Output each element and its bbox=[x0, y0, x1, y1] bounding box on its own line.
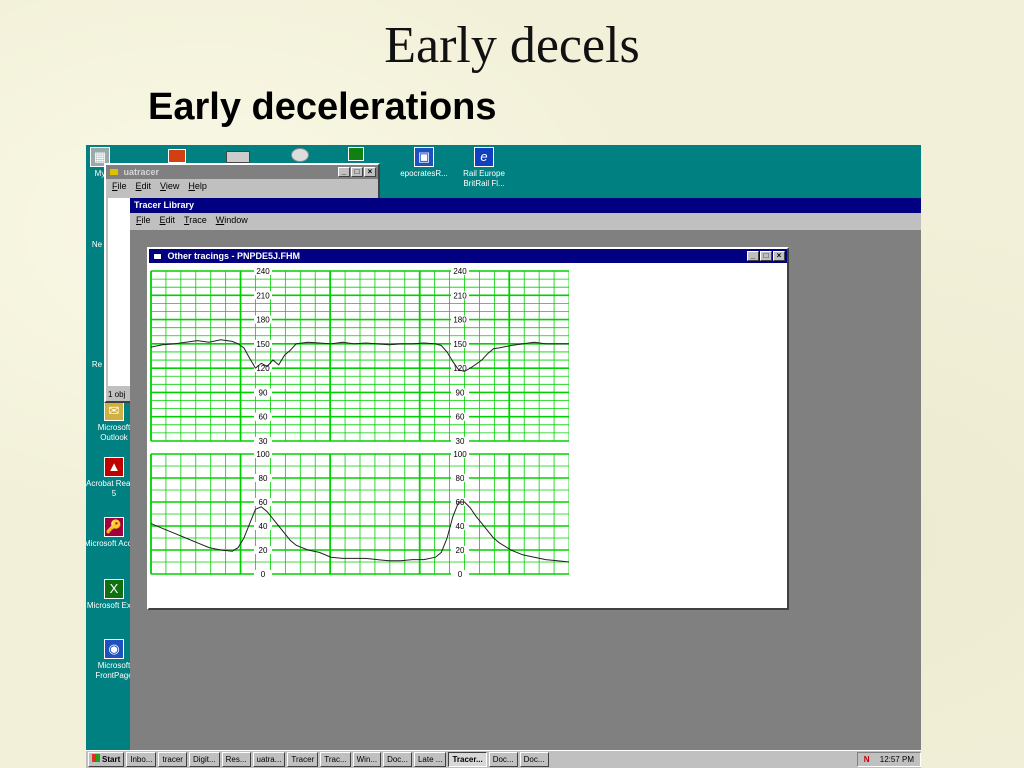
desktop-icon-label: epocratesR... bbox=[400, 169, 448, 178]
desktop-icon-label: Microsoft Outlook bbox=[97, 423, 131, 442]
y-tick-label: 90 bbox=[259, 388, 268, 397]
windows-logo-icon bbox=[92, 754, 100, 762]
y-tick-label: 0 bbox=[458, 570, 463, 579]
clock[interactable]: 12:57 PM bbox=[880, 755, 914, 764]
tracer-title: Tracer Library bbox=[134, 200, 195, 210]
taskbar-item-uatra[interactable]: uatra... bbox=[252, 752, 286, 767]
ctg-chart: 240 240210 210180 180150 150120 12090 9060 6030… bbox=[150, 267, 569, 579]
desktop-screenshot: ▦ My Ne Re ✉ Microsoft Outlook ▲ Acrobat… bbox=[86, 145, 921, 768]
y-tick-label: 240 bbox=[453, 267, 467, 276]
outlook-icon: ✉ bbox=[104, 401, 124, 421]
menu-edit[interactable]: Edit bbox=[160, 213, 176, 228]
tracing-title: Other tracings - PNPDE5J.FHM bbox=[167, 251, 301, 261]
menu-window[interactable]: Window bbox=[216, 213, 248, 228]
system-tray: N 12:57 PM bbox=[856, 752, 921, 767]
explorer-menubar: File Edit View Help bbox=[106, 179, 378, 194]
explorer-content bbox=[108, 198, 130, 386]
desktop-icon-epocrates[interactable]: ▣ epocratesR... bbox=[391, 147, 457, 179]
acrobat-icon: ▲ bbox=[104, 457, 124, 477]
explorer-titlebar[interactable]: uatracer _ □ × bbox=[106, 165, 378, 179]
tracing-canvas: 240 240 210 210 180 180 150 150 120 120 90 90 60 60 30… bbox=[149, 263, 787, 608]
tracer-menubar: File Edit Trace Window bbox=[130, 213, 921, 228]
tracer-library-window[interactable]: Tracer Library File Edit Trace Window Ot… bbox=[130, 198, 921, 750]
epocrates-icon: ▣ bbox=[414, 147, 434, 167]
maximize-icon[interactable]: □ bbox=[351, 167, 363, 177]
menu-edit[interactable]: Edit bbox=[136, 179, 152, 194]
y-tick-label: 180 bbox=[453, 316, 467, 325]
tracer-titlebar[interactable]: Tracer Library bbox=[130, 198, 921, 213]
powerpoint-icon bbox=[168, 149, 186, 163]
internet-explorer-icon: e bbox=[474, 147, 494, 167]
explorer-title: uatracer bbox=[123, 167, 160, 177]
y-tick-label: 60 bbox=[456, 413, 465, 422]
y-tick-label: 30 bbox=[259, 437, 268, 446]
taskbar-item-doc[interactable]: Doc... bbox=[383, 752, 412, 767]
menu-help[interactable]: Help bbox=[188, 179, 207, 194]
y-tick-label: 180 bbox=[256, 316, 270, 325]
y-tick-label: 210 bbox=[453, 291, 467, 300]
y-tick-label: 100 bbox=[453, 450, 467, 459]
folder-icon bbox=[110, 169, 118, 175]
taskbar-item-late[interactable]: Late ... bbox=[413, 752, 447, 767]
taskbar-item-tracer-2[interactable]: Tracer bbox=[287, 752, 319, 767]
taskbar-item-win[interactable]: Win... bbox=[352, 752, 382, 767]
y-tick-label: 60 bbox=[259, 498, 268, 507]
y-tick-label: 80 bbox=[259, 474, 268, 483]
minimize-icon[interactable]: _ bbox=[338, 167, 350, 177]
y-tick-label: 240 bbox=[256, 267, 270, 276]
menu-trace[interactable]: Trace bbox=[184, 213, 207, 228]
y-tick-label: 150 bbox=[453, 340, 467, 349]
calculator-icon bbox=[226, 151, 250, 163]
excel-small-icon bbox=[348, 147, 364, 161]
menu-file[interactable]: File bbox=[136, 213, 151, 228]
y-tick-label: 80 bbox=[456, 474, 465, 483]
y-tick-label: 150 bbox=[256, 340, 270, 349]
maximize-icon[interactable]: □ bbox=[760, 251, 772, 261]
slide-title: Early decels bbox=[384, 17, 640, 74]
excel-icon: X bbox=[104, 579, 124, 599]
close-icon[interactable]: × bbox=[364, 167, 376, 177]
desktop-icon-label: Microsoft FrontPage bbox=[95, 661, 133, 680]
slide-subtitle: Early decelerations bbox=[148, 86, 497, 128]
menu-view[interactable]: View bbox=[160, 179, 179, 194]
taskbar-item-tracer[interactable]: tracer bbox=[158, 752, 187, 767]
taskbar-item-inbox[interactable]: Inbo... bbox=[126, 752, 157, 767]
y-tick-label: 100 bbox=[256, 450, 270, 459]
desktop-icon-label: Ne bbox=[91, 240, 103, 249]
taskbar-item-trac[interactable]: Trac... bbox=[320, 752, 351, 767]
tray-icons[interactable]: N bbox=[864, 755, 870, 764]
y-tick-label: 0 bbox=[261, 570, 266, 579]
explorer-status: 1 obj bbox=[108, 390, 126, 399]
taskbar-item-doc-3[interactable]: Doc... bbox=[519, 752, 549, 767]
taskbar-item-doc-2[interactable]: Doc... bbox=[488, 752, 518, 767]
desktop-icon-ie[interactable]: e Rail Europe BritRail Fl... bbox=[454, 147, 514, 189]
y-tick-label: 60 bbox=[259, 413, 268, 422]
y-tick-label: 210 bbox=[256, 291, 270, 300]
frontpage-icon: ◉ bbox=[104, 639, 124, 659]
tracing-window[interactable]: Other tracings - PNPDE5J.FHM _ □ × 240 24… bbox=[147, 247, 789, 610]
y-tick-label: 40 bbox=[259, 522, 268, 531]
menu-file[interactable]: File bbox=[112, 179, 127, 194]
start-button[interactable]: Start bbox=[88, 752, 125, 767]
taskbar: Start Inbo... tracer Digit... Res... uat… bbox=[86, 750, 921, 768]
y-tick-label: 30 bbox=[456, 437, 465, 446]
y-tick-label: 20 bbox=[456, 546, 465, 555]
cd-icon bbox=[291, 148, 309, 162]
access-icon: 🔑 bbox=[104, 517, 124, 537]
desktop-icon-label: Re bbox=[91, 360, 103, 369]
minimize-icon[interactable]: _ bbox=[747, 251, 759, 261]
close-icon[interactable]: × bbox=[773, 251, 785, 261]
desktop-icon-label: Rail Europe BritRail Fl... bbox=[463, 169, 505, 188]
start-label: Start bbox=[102, 755, 121, 764]
tracing-titlebar[interactable]: Other tracings - PNPDE5J.FHM _ □ × bbox=[149, 249, 787, 263]
y-tick-label: 40 bbox=[456, 522, 465, 531]
tracing-doc-icon bbox=[153, 253, 162, 260]
taskbar-item-res[interactable]: Res... bbox=[221, 752, 251, 767]
taskbar-item-tracer-active[interactable]: Tracer... bbox=[448, 752, 487, 767]
y-tick-label: 20 bbox=[259, 546, 268, 555]
y-tick-label: 90 bbox=[456, 388, 465, 397]
taskbar-item-digit[interactable]: Digit... bbox=[188, 752, 220, 767]
